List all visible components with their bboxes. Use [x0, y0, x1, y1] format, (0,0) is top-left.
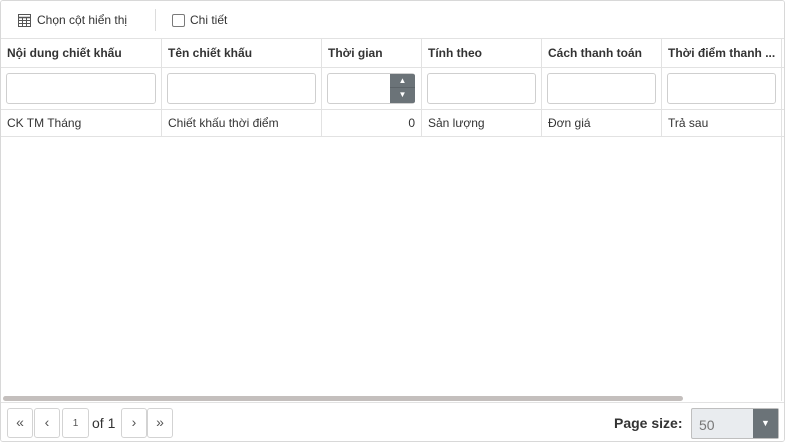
table-columns-icon: [18, 13, 31, 27]
toolbar-divider: [155, 9, 156, 31]
details-toggle[interactable]: Chi tiết: [172, 10, 227, 30]
filter-row: ▲ ▼: [1, 68, 784, 110]
right-edge-divider: [781, 39, 782, 401]
filter-cell: [662, 68, 782, 110]
numeric-spinner: ▲ ▼: [390, 74, 415, 103]
spin-down-icon[interactable]: ▼: [390, 88, 415, 102]
filter-input-thoi-diem[interactable]: [667, 73, 776, 104]
prev-page-icon: ‹: [44, 414, 50, 430]
page-size-select[interactable]: 50 ▼: [691, 408, 779, 439]
details-checkbox[interactable]: [172, 13, 185, 27]
first-page-icon: «: [16, 414, 24, 430]
last-page-icon: »: [156, 414, 164, 430]
cell-ten: Chiết khấu thời điểm: [162, 110, 322, 137]
filter-cell: ▲ ▼: [322, 68, 422, 110]
horizontal-scrollbar[interactable]: [3, 396, 683, 401]
column-header-thoi-diem[interactable]: Thời điểm thanh ...: [662, 39, 782, 68]
cell-cach-thanh-toan: Đơn giá: [542, 110, 662, 137]
filter-input-ten[interactable]: [167, 73, 316, 104]
chevron-down-icon[interactable]: ▼: [753, 409, 778, 438]
filter-cell: [542, 68, 662, 110]
cell-noi-dung: CK TM Tháng: [1, 110, 162, 137]
filter-cell: [162, 68, 322, 110]
page-size-label: Page size:: [614, 415, 683, 431]
column-header-noi-dung[interactable]: Nội dung chiết khấu: [1, 39, 162, 68]
filter-input-cach-thanh-toan[interactable]: [547, 73, 656, 104]
next-page-button[interactable]: ›: [121, 408, 147, 438]
filter-cell: [1, 68, 162, 110]
grid-toolbar: Chọn cột hiển thị Chi tiết: [1, 1, 784, 39]
cell-thoi-diem: Trả sau: [662, 110, 782, 137]
page-number-input[interactable]: [62, 408, 89, 438]
column-header-thoi-gian[interactable]: Thời gian: [322, 39, 422, 68]
page-size-value: 50: [699, 417, 715, 433]
table-row[interactable]: CK TM Tháng Chiết khấu thời điểm 0 Sản l…: [1, 110, 784, 137]
next-page-icon: ›: [131, 414, 137, 430]
column-header-ten[interactable]: Tên chiết khấu: [162, 39, 322, 68]
column-header-tinh-theo[interactable]: Tính theo: [422, 39, 542, 68]
table-header: Nội dung chiết khấu Tên chiết khấu Thời …: [1, 39, 784, 68]
choose-columns-label: Chọn cột hiển thị: [37, 13, 128, 27]
filter-cell: [422, 68, 542, 110]
prev-page-button[interactable]: ‹: [34, 408, 60, 438]
column-header-cach-thanh-toan[interactable]: Cách thanh toán: [542, 39, 662, 68]
filter-input-noi-dung[interactable]: [6, 73, 156, 104]
page-count-label: of 1: [92, 415, 116, 431]
spin-up-icon[interactable]: ▲: [390, 74, 415, 88]
cell-thoi-gian: 0: [322, 110, 422, 137]
pager: « ‹ of 1 › » Page size: 50 ▼: [1, 402, 784, 441]
last-page-button[interactable]: »: [147, 408, 173, 438]
filter-input-tinh-theo[interactable]: [427, 73, 536, 104]
details-label: Chi tiết: [190, 13, 228, 27]
choose-columns-button[interactable]: Chọn cột hiển thị: [18, 10, 127, 30]
first-page-button[interactable]: «: [7, 408, 33, 438]
discount-grid: Chọn cột hiển thị Chi tiết Nội dung chiế…: [0, 0, 785, 442]
cell-tinh-theo: Sản lượng: [422, 110, 542, 137]
